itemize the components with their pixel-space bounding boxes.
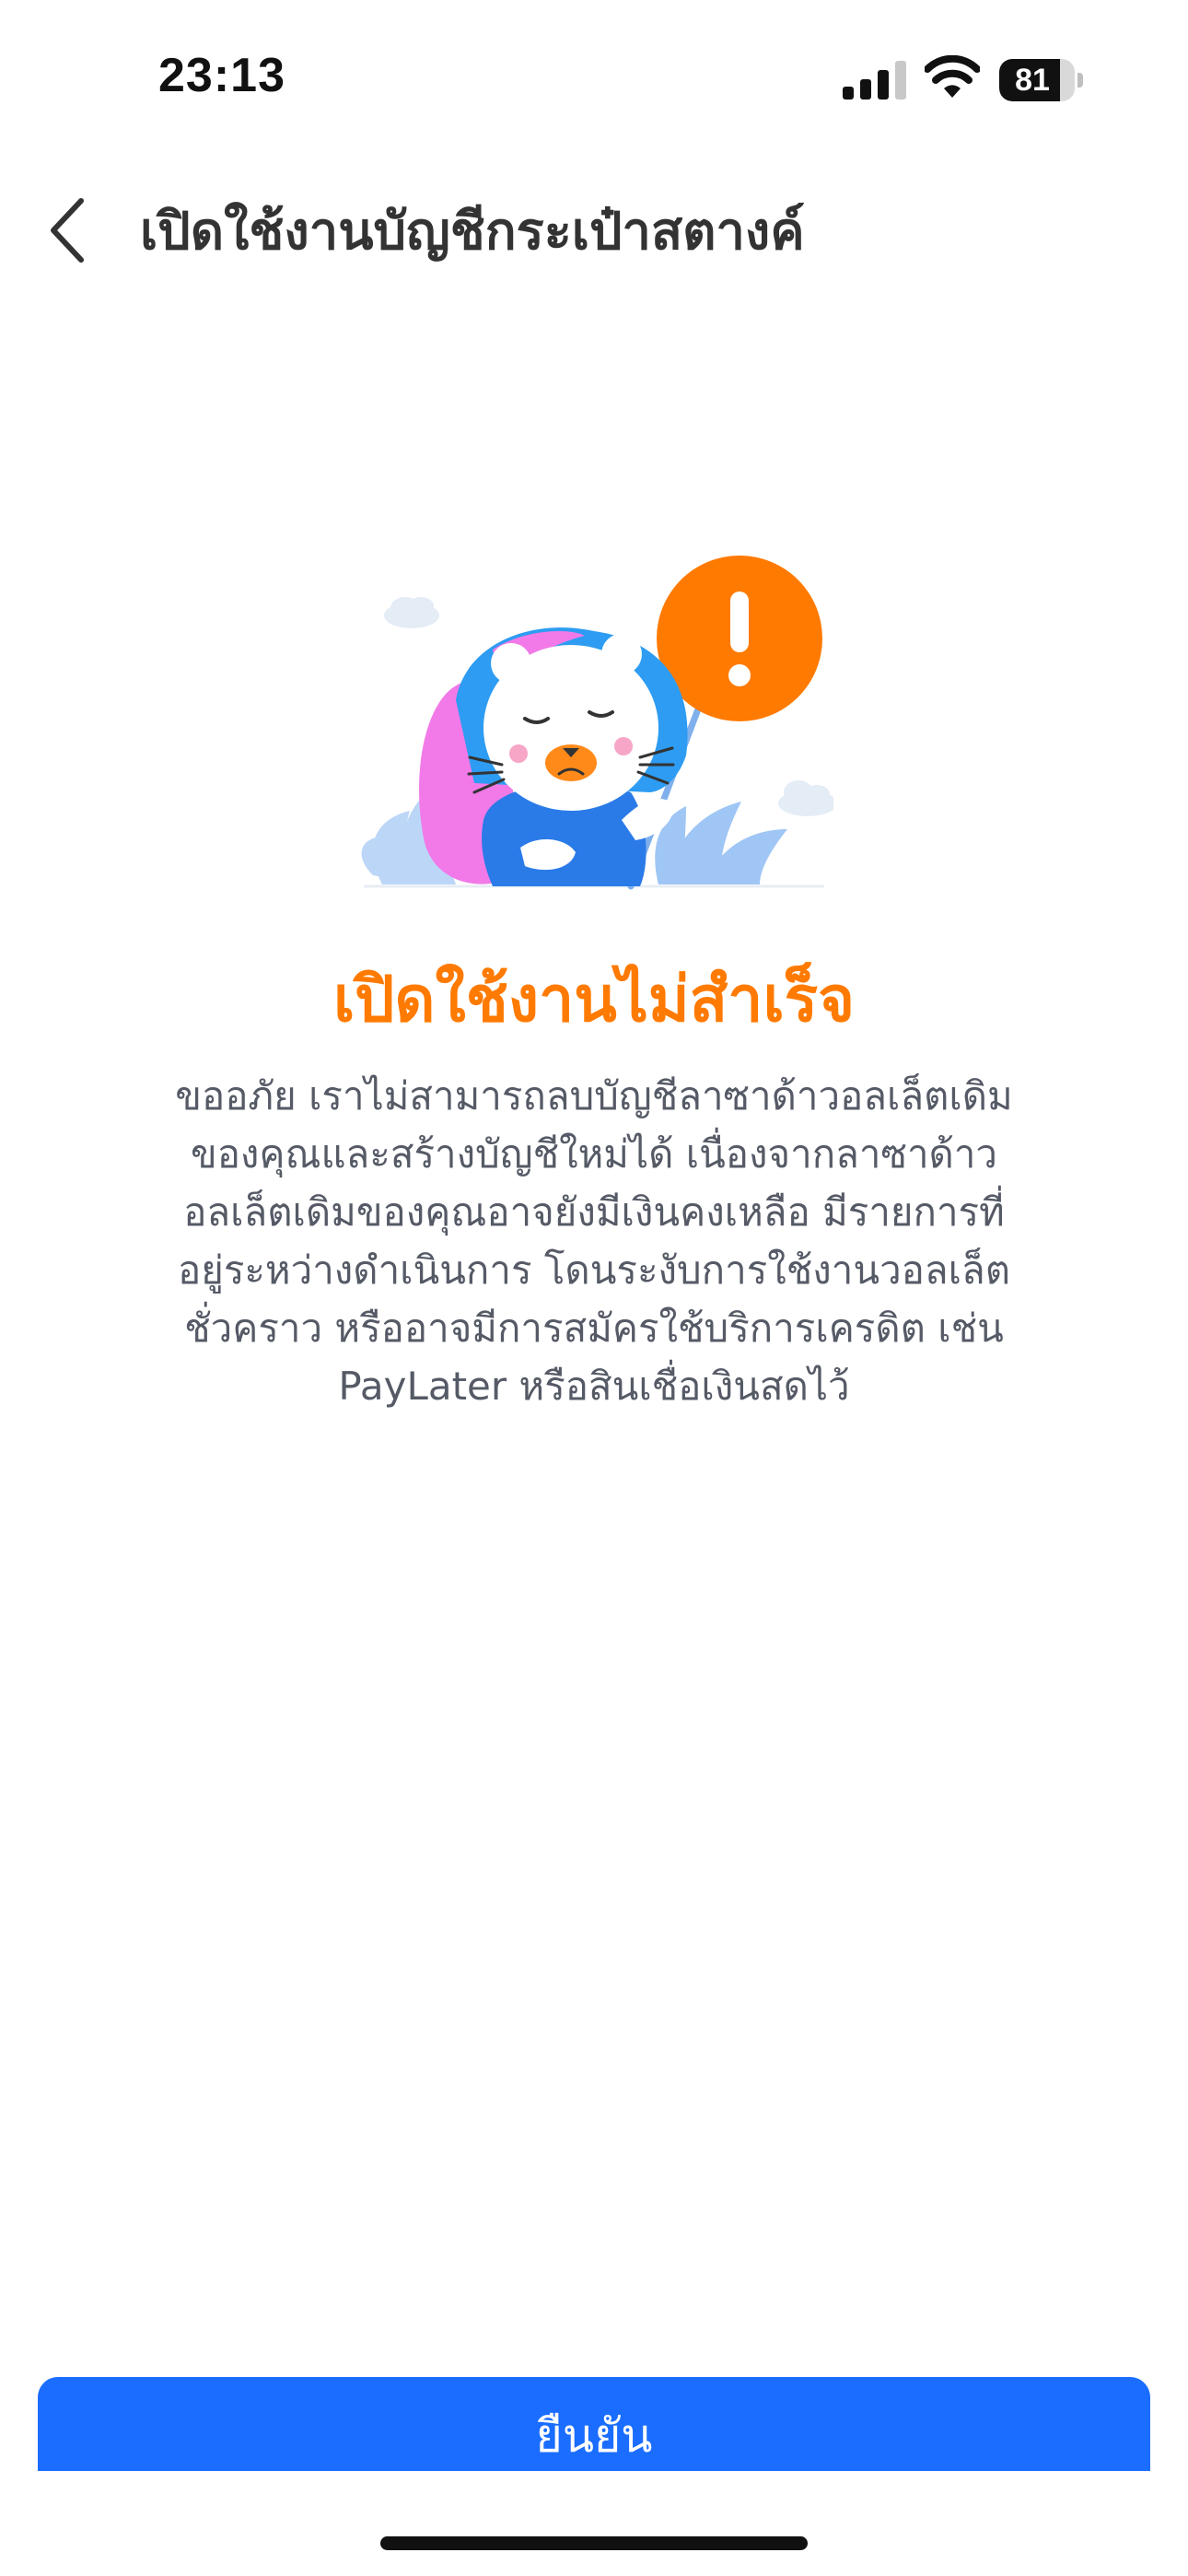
- signal-icon: [843, 61, 906, 100]
- description-line: อยู่ระหว่างดำเนินการ โดนระงับการใช้งานวอ…: [177, 1247, 1010, 1293]
- battery-cap: [1077, 73, 1083, 88]
- wifi-icon: [925, 55, 980, 98]
- description-line: PayLater หรือสินเชื่อเงินสดไว้: [338, 1364, 850, 1409]
- back-button[interactable]: [41, 193, 99, 267]
- status-time: 23:13: [158, 49, 285, 102]
- page-title: เปิดใช้งานบัญชีกระเป๋าสตางค์: [140, 202, 805, 262]
- leaf-icon: [655, 802, 787, 884]
- battery-level-text: 81: [1015, 63, 1050, 98]
- cloud-icon: [384, 597, 439, 628]
- description-line: อลเล็ตเดิมของคุณอาจยังมีเงินคงเหลือ มีรา…: [183, 1189, 1005, 1235]
- cloud-icon: [778, 780, 833, 816]
- home-indicator[interactable]: [380, 2536, 808, 2550]
- battery-icon: 81: [999, 59, 1084, 101]
- description-line: ขออภัย เราไม่สามารถลบบัญชีลาซาด้าวอลเล็ต…: [175, 1073, 1013, 1118]
- chevron-left-icon: [51, 198, 84, 263]
- result-description: ขออภัย เราไม่สามารถลบบัญชีลาซาด้าวอลเล็ต…: [120, 1067, 1068, 1415]
- sad-cat-warning-illustration: [361, 556, 833, 890]
- confirm-button[interactable]: ยืนยัน: [38, 2377, 1150, 2471]
- result-title: เปิดใช้งานไม่สำเร็จ: [332, 964, 856, 1036]
- description-line: ชั่วคราว หรืออาจมีการสมัครใช้บริการเครดิ…: [184, 1306, 1004, 1351]
- description-line: ของคุณและสร้างบัญชีใหม่ได้ เนื่องจากลาซา…: [190, 1131, 997, 1177]
- battery-body: 81: [999, 59, 1075, 101]
- screen: 23:13 81 เปิดใช้งานบัญชีกระเป๋าสตางค์ เป…: [0, 0, 1188, 2576]
